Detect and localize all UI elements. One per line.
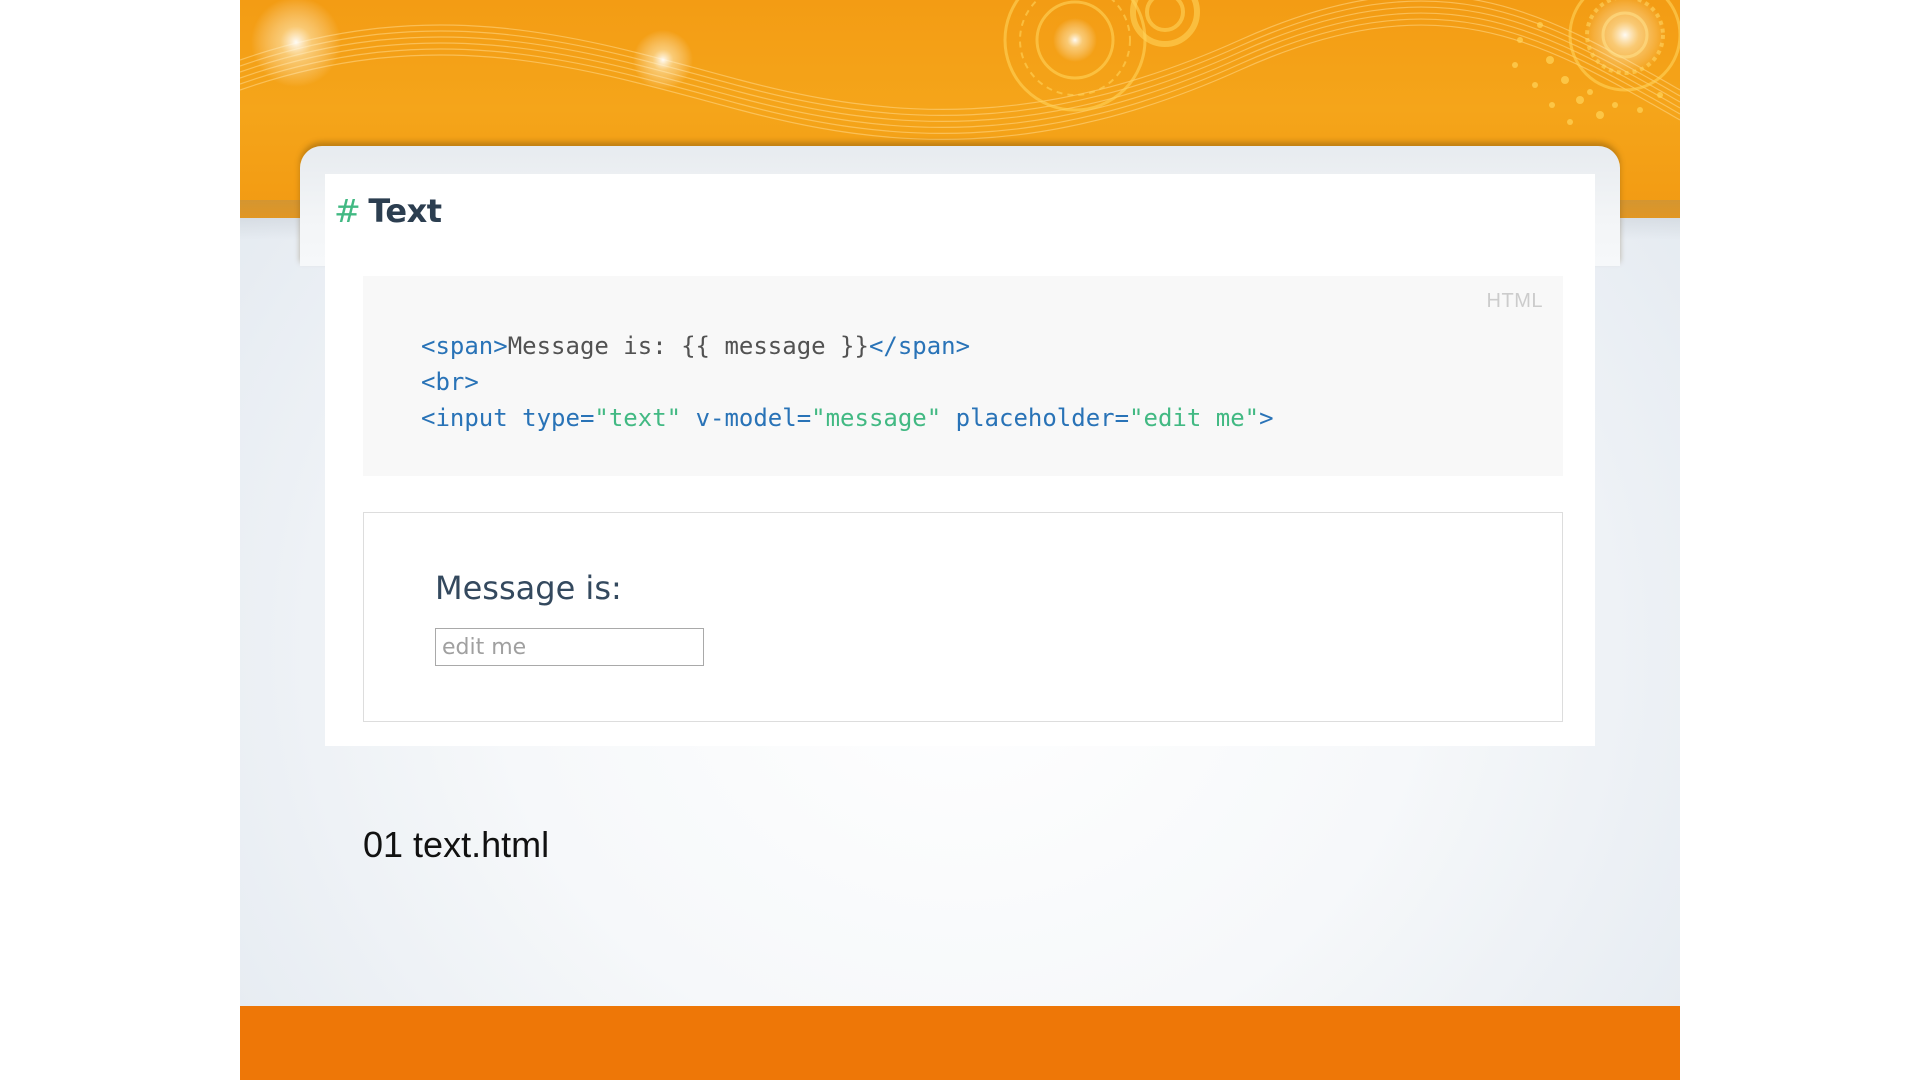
code-line: <span>Message is: {{ message }}</span> <box>421 328 1274 364</box>
code-line: <input type="text" v-model="message" pla… <box>421 400 1274 436</box>
code-token-tag: <span> <box>421 332 508 360</box>
code-token-text: Message is: {{ message }} <box>507 332 869 360</box>
code-line: <br> <box>421 364 1274 400</box>
section-heading: # Text <box>334 192 442 230</box>
code-lines: <span>Message is: {{ message }}</span> <b… <box>421 328 1274 436</box>
code-token-str: "message" <box>811 404 942 432</box>
demo-output-box: Message is: <box>363 512 1563 722</box>
code-block: HTML <span>Message is: {{ message }}</sp… <box>363 276 1563 476</box>
code-token-str: "text" <box>594 404 682 432</box>
demo-message-label: Message is: <box>435 569 622 607</box>
footer-bar <box>240 1006 1680 1080</box>
code-token-attr: type= <box>522 404 595 432</box>
code-token-str: "edit me" <box>1129 404 1260 432</box>
code-token-tag: <input <box>421 404 508 432</box>
code-language-label: HTML <box>1486 290 1543 312</box>
code-token-tag: </span> <box>868 332 971 360</box>
slide: # Text HTML <span>Message is: {{ message … <box>240 0 1680 1080</box>
code-token-attr: v-model= <box>695 404 812 432</box>
heading-anchor-hash[interactable]: # <box>334 192 361 230</box>
slide-caption: 01 text.html <box>363 824 550 865</box>
code-token-tag: <br> <box>421 368 479 396</box>
content-card: # Text HTML <span>Message is: {{ message … <box>325 174 1595 746</box>
message-input[interactable] <box>435 628 704 666</box>
code-token-tag: > <box>1259 404 1274 432</box>
code-token-attr: placeholder= <box>955 404 1130 432</box>
section-title: Text <box>368 192 442 230</box>
